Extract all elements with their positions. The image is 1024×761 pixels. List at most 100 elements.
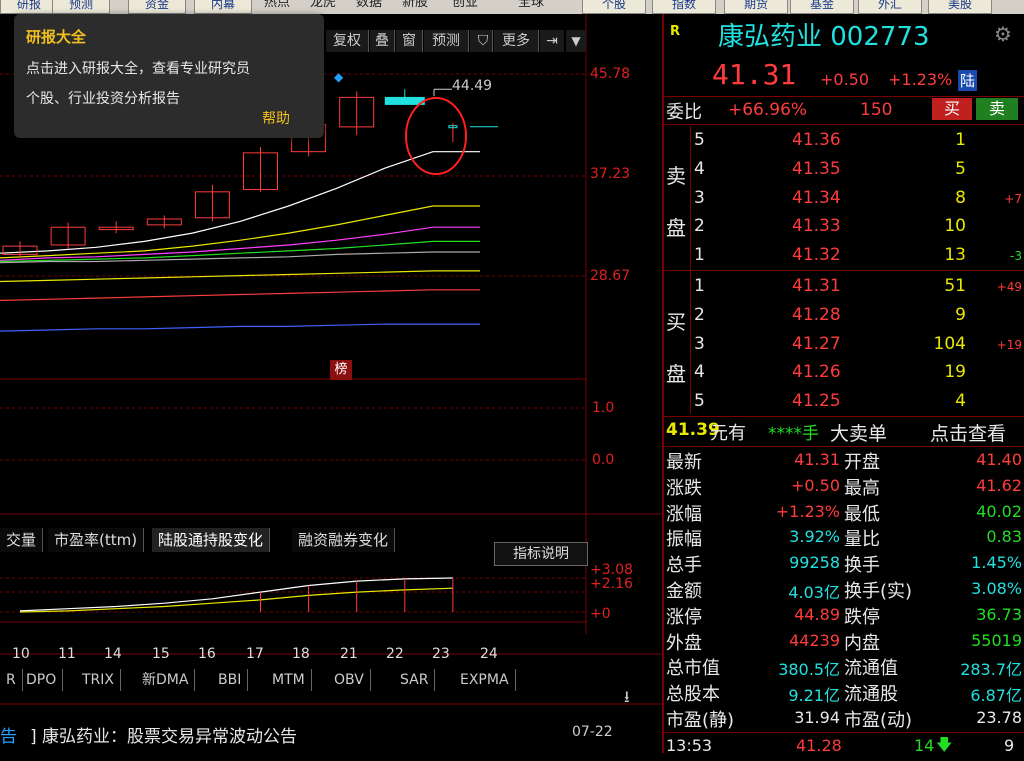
dragon-tiger-badge[interactable]: 榜 — [330, 360, 352, 380]
toolbar-item-4[interactable]: 热点 — [264, 0, 290, 12]
stat-value: 9.21亿 — [788, 686, 840, 706]
chart-tool-2[interactable]: 窗 — [396, 30, 423, 52]
order-row: 3 41.27 104 +19 — [664, 332, 1024, 360]
stat-row: 总手 99258 换手 1.45% — [664, 551, 1024, 576]
stat-label: 量比 — [844, 529, 880, 551]
indicator-button-6[interactable]: OBV — [328, 669, 371, 691]
toolbar-right-item-0[interactable]: 个股 — [582, 0, 646, 14]
stat-row: 外盘 44239 内盘 55019 — [664, 629, 1024, 654]
sell-button[interactable]: 卖 — [976, 98, 1018, 120]
order-row: 3 41.34 8 +7 — [664, 186, 1024, 214]
indicator-axis-label: +0 — [590, 606, 611, 622]
stat-label: 最高 — [844, 477, 880, 499]
order-level: 1 — [694, 276, 705, 296]
stat-label: 最低 — [844, 503, 880, 525]
order-row: 2 41.28 9 — [664, 303, 1024, 331]
chart-tool-3[interactable]: 预测 — [424, 30, 469, 52]
indicator-tab-2[interactable]: 陆股通持股变化 — [152, 528, 271, 552]
chart-tool-1[interactable]: 叠 — [370, 30, 395, 52]
tick-volume: 14 — [914, 736, 935, 755]
order-price: 41.32 — [792, 245, 841, 266]
annotation-circle — [405, 97, 467, 175]
order-change: +19 — [996, 337, 1022, 352]
x-axis-tick: 21 — [340, 646, 358, 662]
toolbar-item-1[interactable]: 预测 — [52, 0, 110, 14]
lock-icon[interactable]: ⛉ — [472, 30, 494, 52]
indicator-button-8[interactable]: EXPMA — [454, 669, 516, 691]
x-axis-tick: 16 — [198, 646, 216, 662]
big-order-unit: 元有 — [710, 423, 746, 444]
indicator-tab-0[interactable]: 交量 — [0, 528, 44, 552]
stat-row: 涨幅 +1.23% 最低 40.02 — [664, 500, 1024, 525]
order-level: 5 — [694, 130, 705, 150]
chart-tool-5[interactable]: 更多 — [494, 30, 539, 52]
buy-button[interactable]: 买 — [932, 98, 972, 120]
big-order-link[interactable]: 点击查看 — [930, 419, 1006, 446]
download-icon[interactable]: ⭳ — [624, 686, 630, 713]
x-axis-tick: 24 — [480, 646, 498, 662]
toolbar-item-9[interactable]: 全球 — [518, 0, 544, 12]
order-level: 3 — [694, 187, 705, 208]
dropdown-icon[interactable]: ▼ — [566, 30, 586, 52]
order-price: 41.36 — [792, 130, 841, 150]
stat-label: 换手 — [844, 555, 880, 577]
indicator-tab-3[interactable]: 融资融券变化 — [292, 528, 396, 552]
toolbar-item-0[interactable]: 研报 — [0, 0, 58, 14]
indicator-button-1[interactable]: DPO — [20, 669, 64, 691]
toolbar-item-8[interactable]: 创业 — [452, 0, 478, 12]
indicator-button-2[interactable]: TRIX — [76, 669, 121, 691]
toolbar-right-item-4[interactable]: 外汇 — [858, 0, 922, 14]
order-volume: 9 — [955, 304, 966, 325]
order-volume: 51 — [944, 276, 966, 296]
stat-value: 23.78 — [976, 708, 1022, 727]
toolbar-right-item-2[interactable]: 期货 — [724, 0, 788, 14]
right-badge: R — [670, 24, 681, 39]
indicator-button-3[interactable]: 新DMA — [136, 669, 196, 691]
stat-label: 流通股 — [844, 684, 898, 706]
indicator-tab-1[interactable]: 市盈率(ttm) — [48, 528, 145, 552]
toolbar-right-item-5[interactable]: 美股 — [928, 0, 992, 14]
current-price: 41.31 — [712, 58, 797, 91]
stat-value: 380.5亿 — [778, 660, 840, 680]
stat-value: +0.50 — [790, 475, 840, 495]
stat-value: 31.94 — [794, 708, 840, 727]
order-row: 5 41.36 1 — [664, 128, 1024, 156]
tooltip-help-link[interactable]: 帮助 — [262, 108, 290, 128]
research-tooltip[interactable]: 研报大全 点击进入研报大全，查看专业研究员 个股、行业投资分析报告 帮助 — [14, 14, 324, 138]
x-axis-tick: 14 — [104, 646, 122, 662]
stat-label: 金额 — [666, 581, 702, 602]
indicator-button-5[interactable]: MTM — [266, 669, 312, 691]
order-row: 2 41.33 10 — [664, 214, 1024, 242]
toolbar-item-6[interactable]: 数据 — [356, 0, 382, 12]
toolbar-item-7[interactable]: 新股 — [402, 0, 428, 12]
pin-icon[interactable]: ⇥ — [540, 30, 564, 52]
order-price: 41.34 — [792, 187, 841, 208]
toolbar-right-item-3[interactable]: 基金 — [790, 0, 854, 14]
webi-label: 委比 — [666, 102, 702, 123]
stat-label: 跌停 — [844, 606, 880, 628]
toolbar-right-item-1[interactable]: 指数 — [652, 0, 716, 14]
indicator-axis-label: +2.16 — [590, 576, 633, 592]
news-date: 07-22 — [572, 724, 613, 740]
chart-tool-0[interactable]: 复权 — [326, 30, 369, 52]
toolbar-item-3[interactable]: 内幕 — [194, 0, 252, 14]
news-headline[interactable]: ] 康弘药业：股票交易异常波动公告 — [30, 722, 297, 747]
order-level: 1 — [694, 245, 705, 266]
indicator-button-7[interactable]: SAR — [394, 669, 436, 691]
toolbar-item-2[interactable]: 资金 — [128, 0, 186, 14]
order-price: 41.28 — [792, 304, 841, 325]
order-change: -3 — [1010, 249, 1022, 264]
indicator-help-button[interactable]: 指标说明 — [494, 542, 588, 566]
toolbar-item-5[interactable]: 龙虎 — [310, 0, 336, 12]
stock-name: 康弘药业 002773 — [718, 22, 930, 52]
stat-value: +1.23% — [775, 501, 840, 521]
indicator-button-4[interactable]: BBI — [212, 669, 249, 691]
x-axis-tick: 18 — [292, 646, 310, 662]
order-change: +49 — [996, 280, 1022, 294]
price-axis-label: 45.78 — [590, 66, 631, 82]
order-price: 41.25 — [792, 391, 841, 412]
stat-label: 涨跌 — [666, 477, 702, 499]
x-axis-tick: 22 — [386, 646, 404, 662]
gear-icon[interactable]: ⚙ — [994, 22, 1012, 46]
ma-line — [0, 323, 480, 332]
